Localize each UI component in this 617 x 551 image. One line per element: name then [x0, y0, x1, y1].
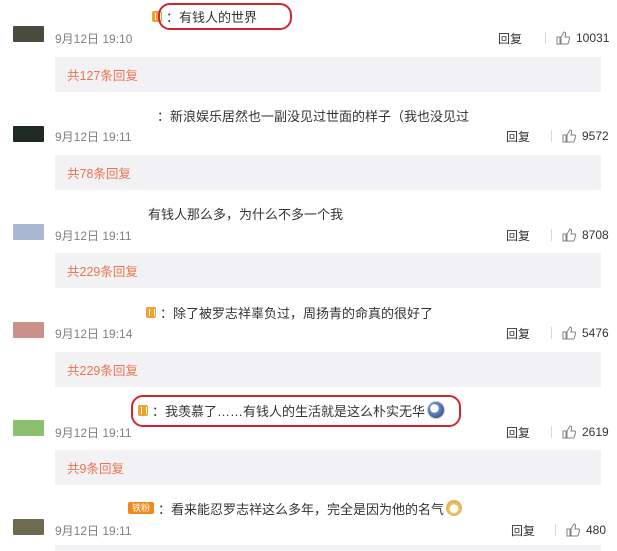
fan-badge-icon [152, 10, 162, 22]
more-replies-link[interactable]: 共9条回复 [55, 450, 601, 485]
comment-text: ：除了被罗志祥辜负过，周扬青的命真的很好了 [146, 303, 433, 321]
comment-text: ：新浪娱乐居然也一副没见过世面的样子（我也没见过 [157, 106, 469, 124]
more-replies-link[interactable]: 共229条回复 [55, 352, 601, 387]
like-button[interactable]: 480 [545, 521, 606, 539]
like-count: 10031 [576, 31, 610, 45]
comment-body: ：新浪娱乐居然也一副没见过世面的样子（我也没见过 [157, 108, 470, 124]
thumbs-up-icon [562, 425, 576, 439]
comment-text: 有钱人那么多，为什么不多一个我 [148, 204, 343, 222]
reply-button[interactable]: 回复 [506, 127, 530, 145]
like-count: 480 [586, 523, 607, 537]
comment-body: 有钱人那么多，为什么不多一个我 [148, 206, 344, 222]
fan-badge-icon [146, 306, 156, 318]
like-button[interactable]: 8708 [541, 226, 609, 244]
like-count: 8708 [582, 228, 609, 242]
thumbs-up-icon [562, 129, 576, 143]
like-button[interactable]: 9572 [541, 127, 609, 145]
timestamp: 9月12日 19:11 [55, 425, 132, 440]
comment-body: ：我羡慕了……有钱人的生活就是这么朴实无华 [152, 403, 426, 419]
thumbs-up-icon [562, 326, 576, 340]
reply-button[interactable]: 回复 [498, 29, 522, 47]
comment-text: ：我羡慕了……有钱人的生活就是这么朴实无华 [138, 401, 446, 419]
more-replies-link[interactable]: 共229条回复 [55, 253, 601, 288]
timestamp: 9月12日 19:11 [55, 523, 132, 538]
comment-text: ：有钱人的世界 [152, 7, 257, 25]
like-count: 9572 [582, 129, 609, 143]
comment-text: 铁粉 ：看来能忍罗志祥这么多年，完全是因为他的名气 [128, 499, 463, 517]
comment-body: ：除了被罗志祥辜负过，周扬青的命真的很好了 [160, 305, 434, 321]
thumbs-up-icon [566, 523, 580, 537]
avatar[interactable] [13, 126, 44, 142]
timestamp: 9月12日 19:11 [55, 228, 132, 243]
avatar[interactable] [13, 519, 44, 535]
bottom-panel [55, 545, 601, 551]
like-button[interactable]: 5476 [541, 324, 609, 342]
comment-body: ：看来能忍罗志祥这么多年，完全是因为他的名气 [158, 501, 445, 517]
fan-level-badge: 铁粉 [128, 502, 155, 514]
like-button[interactable]: 2619 [541, 423, 609, 441]
avatar[interactable] [13, 26, 44, 42]
reply-button[interactable]: 回复 [506, 324, 530, 342]
more-replies-link[interactable]: 共78条回复 [55, 155, 601, 190]
avatar[interactable] [13, 420, 44, 436]
more-replies-link[interactable]: 共127条回复 [55, 57, 601, 92]
shiba-emoji-icon [446, 500, 463, 516]
comment-body: ：有钱人的世界 [166, 9, 258, 25]
timestamp: 9月12日 19:11 [55, 129, 132, 144]
timestamp: 9月12日 19:10 [55, 31, 133, 46]
avatar[interactable] [13, 224, 44, 240]
fan-badge-icon [138, 404, 148, 416]
like-count: 2619 [582, 425, 609, 439]
avatar[interactable] [13, 322, 44, 338]
dog-emoji-icon [427, 401, 446, 419]
thumbs-up-icon [562, 228, 576, 242]
like-button[interactable]: 10031 [535, 29, 609, 47]
like-count: 5476 [582, 326, 609, 340]
thumbs-up-icon [556, 31, 570, 45]
reply-button[interactable]: 回复 [506, 226, 530, 244]
timestamp: 9月12日 19:14 [55, 326, 133, 341]
reply-button[interactable]: 回复 [511, 521, 535, 539]
reply-button[interactable]: 回复 [506, 423, 530, 441]
